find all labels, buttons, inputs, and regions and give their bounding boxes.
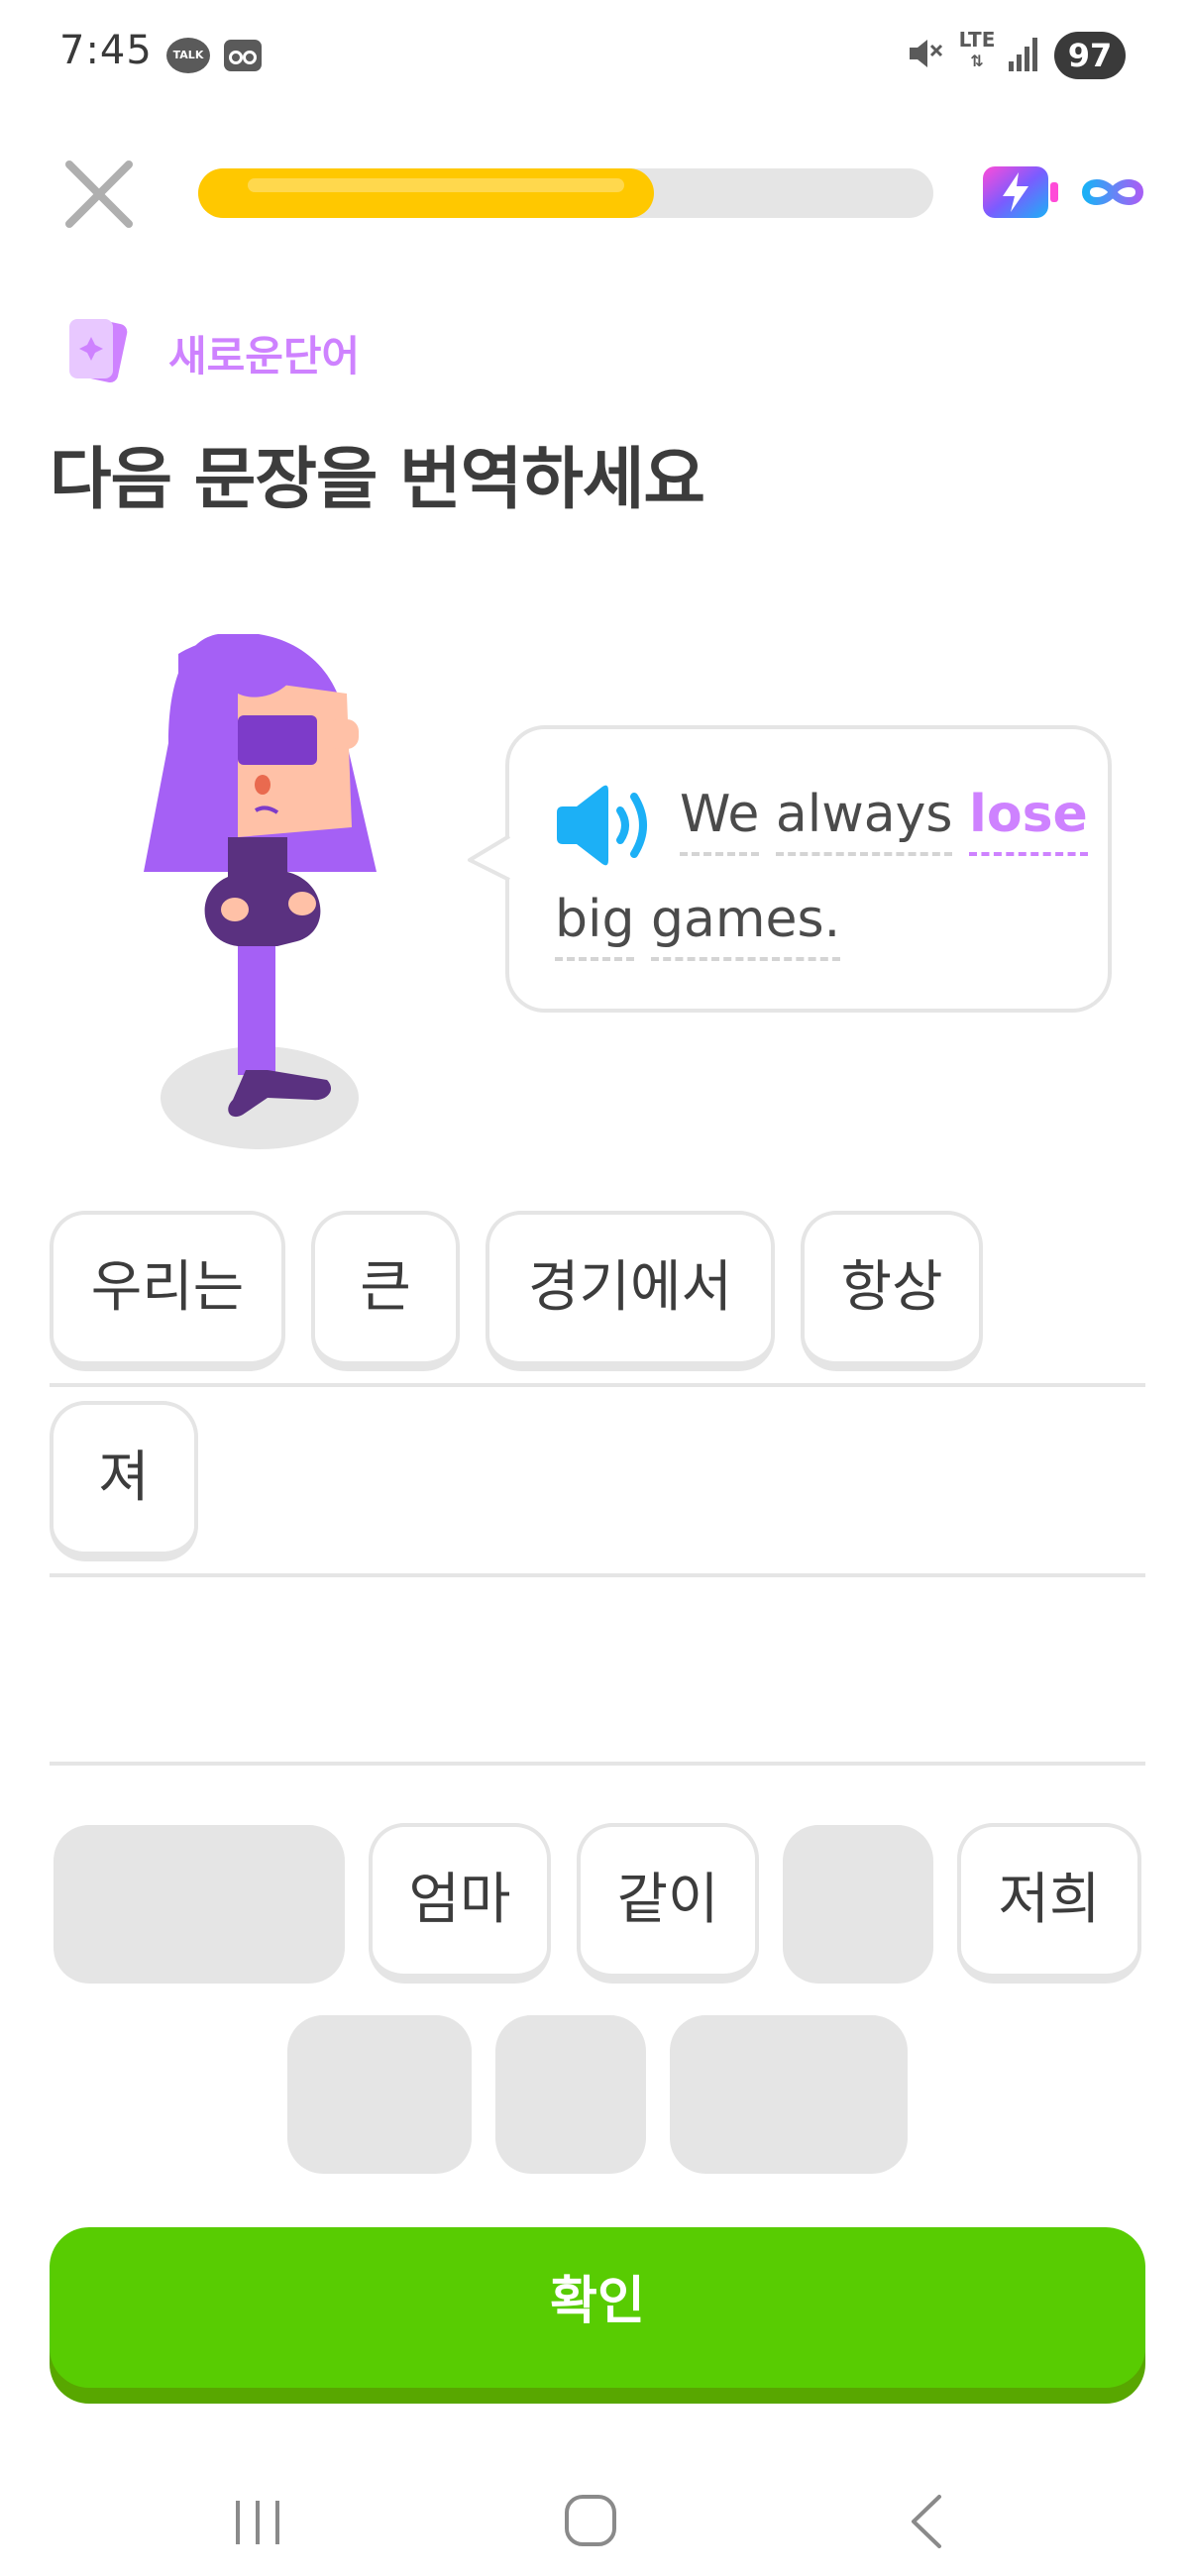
prompt-word-new[interactable]: lose: [969, 785, 1088, 856]
energy-icon[interactable]: [981, 164, 1060, 220]
new-word-tag: 새로운단어: [168, 332, 361, 380]
status-time: 7:45: [59, 28, 153, 73]
answer-line: [50, 1383, 1145, 1387]
nav-back-icon[interactable]: [902, 2491, 951, 2552]
check-button[interactable]: 확인: [50, 2227, 1145, 2388]
nav-home-icon[interactable]: [561, 2491, 620, 2550]
word-bank-tile[interactable]: 엄마: [369, 1823, 551, 1984]
battery-indicator: 97: [1054, 32, 1126, 79]
infinity-icon: [1081, 179, 1144, 205]
answer-tile[interactable]: 우리는: [50, 1211, 285, 1371]
answer-tile[interactable]: 경기에서: [486, 1211, 775, 1371]
answer-tile[interactable]: 큰: [311, 1211, 460, 1371]
new-word-icon: [69, 318, 128, 383]
progress-bar-fill: [198, 168, 654, 218]
prompt-line-1: We always lose: [680, 785, 1088, 856]
kakaotalk-notification-icon: TALK: [166, 38, 210, 73]
prompt-word[interactable]: big: [555, 890, 635, 961]
word-bank-empty-slot: [670, 2015, 908, 2174]
prompt-word[interactable]: always: [775, 785, 952, 856]
answer-line: [50, 1573, 1145, 1577]
lily-character-illustration: [144, 634, 377, 1149]
word-bank-tile[interactable]: 같이: [577, 1823, 759, 1984]
close-icon[interactable]: [52, 147, 147, 242]
word-bank-empty-slot: [287, 2015, 472, 2174]
answer-line: [50, 1762, 1145, 1766]
voicemail-icon: [224, 40, 262, 71]
signal-icon: [1009, 38, 1037, 71]
word-bank-empty-slot: [54, 1825, 345, 1984]
speech-bubble-tail: [468, 834, 511, 882]
nav-recent-icon[interactable]: [228, 2497, 287, 2548]
speaker-icon[interactable]: [551, 781, 656, 870]
network-type-label: LTE ⇅: [958, 28, 996, 70]
word-bank-empty-slot: [783, 1825, 933, 1984]
page-title: 다음 문장을 번역하세요: [50, 441, 705, 519]
prompt-word[interactable]: games.: [651, 890, 841, 961]
word-bank-tile[interactable]: 저희: [957, 1823, 1141, 1984]
mute-icon: [910, 40, 943, 67]
prompt-line-2: big games.: [555, 890, 841, 961]
progress-bar-highlight: [248, 178, 624, 192]
prompt-word[interactable]: We: [680, 785, 760, 856]
word-bank-empty-slot: [495, 2015, 646, 2174]
answer-tile[interactable]: 항상: [801, 1211, 983, 1371]
answer-tile[interactable]: 져: [50, 1401, 198, 1561]
